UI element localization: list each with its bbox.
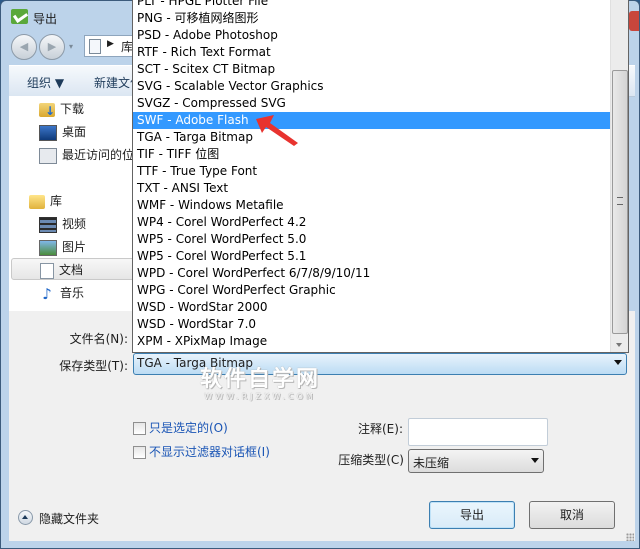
sidebar-item-music[interactable]: ♪ 音乐 <box>39 282 84 304</box>
document-icon <box>40 262 54 279</box>
music-icon: ♪ <box>42 284 52 303</box>
download-folder-icon <box>39 100 55 122</box>
dropdown-scrollbar[interactable] <box>610 0 628 352</box>
filetype-dropdown-list[interactable]: PLT - HPGL Plotter File PNG - 可移植网络图形 PS… <box>132 0 629 353</box>
dropdown-option[interactable]: PSD - Adobe Photoshop <box>133 27 614 44</box>
chevron-down-icon <box>614 360 622 365</box>
no-filter-dialog-checkbox[interactable] <box>133 446 146 459</box>
coreldraw-app-icon <box>11 9 28 24</box>
annotation-arrow-icon <box>256 115 298 146</box>
dialog-title: 导出 <box>33 12 58 26</box>
organize-menu[interactable]: 组织 ▼ <box>27 74 64 91</box>
no-filter-dialog-label[interactable]: 不显示过滤器对话框(I) <box>149 443 270 460</box>
dropdown-option[interactable]: WP5 - Corel WordPerfect 5.1 <box>133 248 614 265</box>
back-button[interactable]: ◀ <box>11 34 37 60</box>
chevron-up-icon <box>18 510 33 525</box>
scrollbar-thumb[interactable] <box>612 70 628 334</box>
navigation-pane: 下载 桌面 最近访问的位置 库 视频 图片 文档 ♪音乐 <box>9 96 151 311</box>
dropdown-option[interactable]: WPD - Corel WordPerfect 6/7/8/9/10/11 <box>133 265 614 282</box>
sidebar-item-downloads[interactable]: 下载 <box>39 98 84 122</box>
dropdown-option[interactable]: WSD - WordStar 2000 <box>133 299 614 316</box>
scroll-down-arrow-icon[interactable] <box>616 343 622 347</box>
selected-only-label[interactable]: 只是选定的(O) <box>149 419 228 436</box>
sidebar-item-documents[interactable]: 文档 <box>11 258 151 280</box>
dropdown-option[interactable]: TIF - TIFF 位图 <box>133 146 614 163</box>
sidebar-item-videos[interactable]: 视频 <box>39 213 86 235</box>
watermark-title: 软件自学网 <box>199 367 320 392</box>
grip-icon <box>617 197 623 205</box>
dropdown-option[interactable]: SVG - Scalable Vector Graphics <box>133 78 614 95</box>
watermark-url: WWW.RJZXW.COM <box>204 392 316 401</box>
dropdown-option-highlighted[interactable]: SWF - Adobe Flash <box>133 112 614 129</box>
dropdown-option[interactable]: WPG - Corel WordPerfect Graphic <box>133 282 614 299</box>
dropdown-option[interactable]: SCT - Scitex CT Bitmap <box>133 61 614 78</box>
picture-icon <box>39 239 57 256</box>
dropdown-option[interactable]: WMF - Windows Metafile <box>133 197 614 214</box>
dropdown-option[interactable]: TXT - ANSI Text <box>133 180 614 197</box>
selected-only-checkbox[interactable] <box>133 422 146 435</box>
filetype-label: 保存类型(T): <box>59 359 128 373</box>
dropdown-option[interactable]: RTF - Rich Text Format <box>133 44 614 61</box>
compression-selected-value: 未压缩 <box>413 456 450 470</box>
dropdown-option[interactable]: SVGZ - Compressed SVG <box>133 95 614 112</box>
chevron-down-icon <box>531 458 539 463</box>
watermark: 软件自学网 WWW.RJZXW.COM <box>180 367 340 402</box>
desktop-icon <box>39 124 57 141</box>
sidebar-item-pictures[interactable]: 图片 <box>39 236 86 258</box>
dropdown-option[interactable]: TGA - Targa Bitmap <box>133 129 614 146</box>
library-doc-icon <box>89 39 101 54</box>
note-input[interactable] <box>408 418 548 446</box>
dropdown-option[interactable]: WP4 - Corel WordPerfect 4.2 <box>133 214 614 231</box>
note-label: 注释(E): <box>358 422 403 436</box>
export-button[interactable]: 导出 <box>429 501 515 529</box>
dropdown-option[interactable]: WP5 - Corel WordPerfect 5.0 <box>133 231 614 248</box>
compression-select[interactable]: 未压缩 <box>408 449 544 473</box>
video-icon <box>39 216 57 233</box>
library-icon <box>29 194 45 209</box>
hide-folders-label: 隐藏文件夹 <box>39 512 100 526</box>
forward-button[interactable]: ▶ <box>39 34 65 60</box>
sidebar-item-libraries[interactable]: 库 <box>29 190 62 212</box>
dropdown-option[interactable]: PNG - 可移植网络图形 <box>133 10 614 27</box>
cancel-button[interactable]: 取消 <box>529 501 615 529</box>
filename-label: 文件名(N): <box>69 332 128 346</box>
resize-grip-icon[interactable] <box>626 533 634 541</box>
dropdown-option[interactable]: XPM - XPixMap Image <box>133 333 614 350</box>
recent-places-icon <box>39 147 57 164</box>
close-button[interactable] <box>629 11 639 31</box>
sidebar-item-recent-places[interactable]: 最近访问的位置 <box>39 144 146 166</box>
dropdown-option[interactable]: PLT - HPGL Plotter File <box>133 0 614 10</box>
dropdown-option[interactable]: TTF - True Type Font <box>133 163 614 180</box>
sidebar-item-desktop[interactable]: 桌面 <box>39 121 86 143</box>
compression-label: 压缩类型(C) <box>338 453 404 467</box>
recent-locations-dropdown[interactable]: ▾ <box>69 42 73 51</box>
dropdown-option[interactable]: WSD - WordStar 7.0 <box>133 316 614 333</box>
breadcrumb-separator-icon[interactable]: ▶ <box>107 39 114 49</box>
